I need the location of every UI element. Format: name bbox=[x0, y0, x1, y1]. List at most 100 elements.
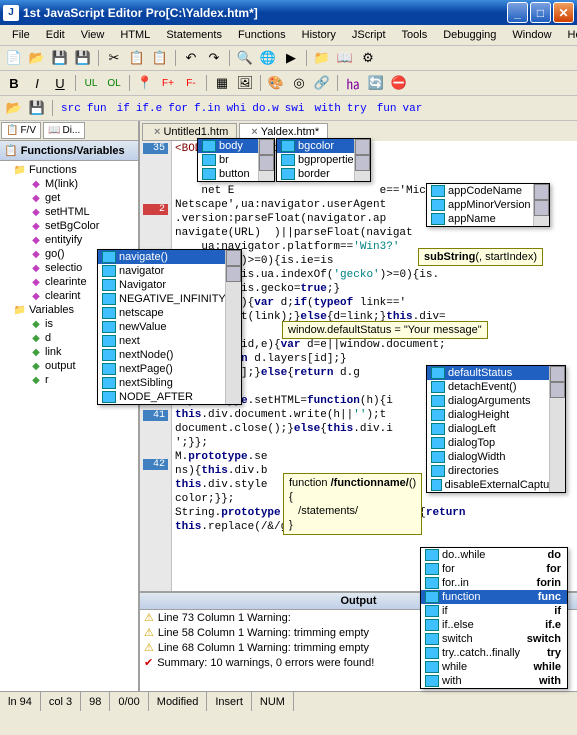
menu-functions[interactable]: Functions bbox=[230, 27, 294, 43]
folder-icon[interactable]: 📁 bbox=[312, 48, 332, 68]
autocomplete-tags[interactable]: bodybrbutton bbox=[197, 138, 275, 182]
popup-item[interactable]: dialogWidth bbox=[427, 450, 565, 464]
sidebar-tab-fv[interactable]: 📋 F/V bbox=[1, 122, 41, 139]
palette-icon[interactable]: 🎨 bbox=[266, 73, 286, 93]
close-icon[interactable]: × bbox=[154, 126, 160, 138]
autocomplete-dialog[interactable]: defaultStatusdetachEvent()dialogArgument… bbox=[426, 365, 566, 493]
book-icon[interactable]: 📖 bbox=[335, 48, 355, 68]
popup-item[interactable]: forfor bbox=[421, 562, 567, 576]
popup-item[interactable]: nextNode() bbox=[98, 348, 241, 362]
menu-statements[interactable]: Statements bbox=[158, 27, 230, 43]
cut-icon[interactable]: ✂ bbox=[104, 48, 124, 68]
html-icon[interactable]: ㏊ bbox=[343, 73, 363, 93]
popup-item[interactable]: try..catch..finallytry bbox=[421, 646, 567, 660]
menu-tools[interactable]: Tools bbox=[394, 27, 436, 43]
tree-item[interactable]: ◆M(link) bbox=[2, 177, 136, 191]
snippet-var[interactable]: var bbox=[400, 103, 426, 115]
globe-icon[interactable]: 🌐 bbox=[258, 48, 278, 68]
popup-item[interactable]: appCodeName bbox=[427, 184, 549, 198]
undo-icon[interactable]: ↶ bbox=[181, 48, 201, 68]
snippet-if[interactable]: if bbox=[114, 103, 133, 115]
line-number[interactable]: 35 bbox=[143, 143, 168, 154]
menu-window[interactable]: Window bbox=[504, 27, 559, 43]
popup-item[interactable]: dialogLeft bbox=[427, 422, 565, 436]
tree-item[interactable]: ◆setHTML bbox=[2, 205, 136, 219]
popup-item[interactable]: ifif bbox=[421, 604, 567, 618]
close-button[interactable]: ✕ bbox=[553, 2, 574, 23]
link-icon[interactable]: 🔗 bbox=[312, 73, 332, 93]
scrollbar[interactable] bbox=[533, 184, 549, 226]
copy-icon[interactable]: 📋 bbox=[127, 48, 147, 68]
sidebar-tab-di[interactable]: 📖 Di... bbox=[43, 122, 85, 139]
menu-html[interactable]: HTML bbox=[112, 27, 158, 43]
menu-file[interactable]: File bbox=[4, 27, 38, 43]
popup-item[interactable]: NODE_AFTER bbox=[98, 390, 241, 404]
snippet-fun[interactable]: fun bbox=[374, 103, 400, 115]
close-icon[interactable]: × bbox=[251, 126, 257, 138]
find-icon[interactable]: 🔍 bbox=[235, 48, 255, 68]
popup-item[interactable]: next bbox=[98, 334, 241, 348]
scrollbar[interactable] bbox=[549, 366, 565, 492]
popup-item[interactable]: navigator bbox=[98, 264, 241, 278]
popup-item[interactable]: disableExternalCapture bbox=[427, 478, 565, 492]
popup-item[interactable]: newValue bbox=[98, 320, 241, 334]
popup-item[interactable]: nextPage() bbox=[98, 362, 241, 376]
img-icon[interactable]: 🖼 bbox=[235, 73, 255, 93]
autocomplete-statements[interactable]: do..whiledoforforfor..inforinfunctionfun… bbox=[420, 547, 568, 689]
snippet-fun[interactable]: fun bbox=[84, 103, 110, 115]
open2-icon[interactable]: 📂 bbox=[4, 98, 24, 118]
snippet-do.w[interactable]: do.w bbox=[249, 103, 281, 115]
paste-icon[interactable]: 📋 bbox=[150, 48, 170, 68]
popup-item[interactable]: if..elseif.e bbox=[421, 618, 567, 632]
popup-item[interactable]: switchswitch bbox=[421, 632, 567, 646]
menu-edit[interactable]: Edit bbox=[38, 27, 73, 43]
font-plus-icon[interactable]: F+ bbox=[158, 73, 178, 93]
menu-view[interactable]: View bbox=[73, 27, 113, 43]
popup-item[interactable]: nextSibling bbox=[98, 376, 241, 390]
popup-item[interactable]: directories bbox=[427, 464, 565, 478]
gear-icon[interactable]: ⚙ bbox=[358, 48, 378, 68]
ol-icon[interactable]: OL bbox=[104, 73, 124, 93]
new-icon[interactable]: 📄 bbox=[4, 48, 24, 68]
popup-item[interactable]: dialogHeight bbox=[427, 408, 565, 422]
popup-item[interactable]: netscape bbox=[98, 306, 241, 320]
snippet-with[interactable]: with bbox=[311, 103, 343, 115]
tree-item[interactable]: ◆entityify bbox=[2, 233, 136, 247]
stop-icon[interactable]: ⛔ bbox=[389, 73, 409, 93]
scrollbar[interactable] bbox=[225, 250, 241, 404]
run-icon[interactable]: ▶ bbox=[281, 48, 301, 68]
maximize-button[interactable]: □ bbox=[530, 2, 551, 23]
line-number[interactable]: 41 bbox=[143, 410, 168, 421]
popup-item[interactable]: dialogArguments bbox=[427, 394, 565, 408]
save2-icon[interactable]: 💾 bbox=[27, 98, 47, 118]
popup-item[interactable]: defaultStatus bbox=[427, 366, 565, 380]
tree-item[interactable]: 📁Functions bbox=[2, 163, 136, 177]
popup-item[interactable]: appMinorVersion bbox=[427, 198, 549, 212]
refresh-icon[interactable]: 🔄 bbox=[366, 73, 386, 93]
popup-item[interactable]: functionfunc bbox=[421, 590, 567, 604]
popup-item[interactable]: NEGATIVE_INFINITY bbox=[98, 292, 241, 306]
menu-jscript[interactable]: JScript bbox=[344, 27, 394, 43]
snippet-src[interactable]: src bbox=[58, 103, 84, 115]
popup-item[interactable]: for..inforin bbox=[421, 576, 567, 590]
snippet-whi[interactable]: whi bbox=[223, 103, 249, 115]
scrollbar[interactable] bbox=[258, 139, 274, 181]
redo-icon[interactable]: ↷ bbox=[204, 48, 224, 68]
bold-icon[interactable]: B bbox=[4, 73, 24, 93]
italic-icon[interactable]: I bbox=[27, 73, 47, 93]
snippet-for[interactable]: for bbox=[165, 103, 191, 115]
popup-item[interactable]: appName bbox=[427, 212, 549, 226]
line-number[interactable]: 42 bbox=[143, 459, 168, 470]
saveall-icon[interactable]: 💾 bbox=[73, 48, 93, 68]
minimize-button[interactable]: _ bbox=[507, 2, 528, 23]
menu-history[interactable]: History bbox=[294, 27, 344, 43]
target-icon[interactable]: ◎ bbox=[289, 73, 309, 93]
table-icon[interactable]: ▦ bbox=[212, 73, 232, 93]
snippet-if.e[interactable]: if.e bbox=[133, 103, 165, 115]
popup-item[interactable]: dialogTop bbox=[427, 436, 565, 450]
popup-item[interactable]: do..whiledo bbox=[421, 548, 567, 562]
popup-item[interactable]: Navigator bbox=[98, 278, 241, 292]
font-minus-icon[interactable]: F- bbox=[181, 73, 201, 93]
anchor-icon[interactable]: 📍 bbox=[135, 73, 155, 93]
popup-item[interactable]: detachEvent() bbox=[427, 380, 565, 394]
